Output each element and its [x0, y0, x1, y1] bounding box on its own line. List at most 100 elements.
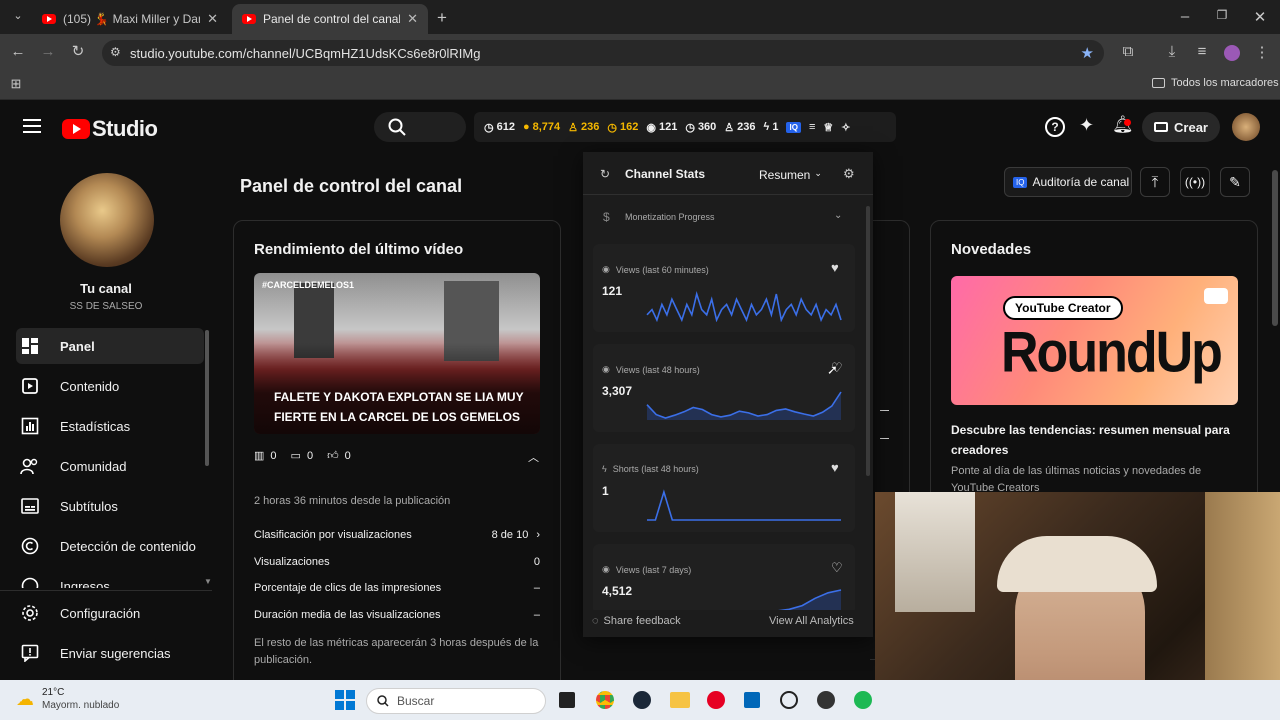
minimize-icon[interactable]: – — [1175, 8, 1195, 25]
roundup-banner[interactable]: YouTube Creator RoundUp — [951, 276, 1238, 405]
menu-kebab-icon[interactable]: ⋮ — [1252, 43, 1272, 61]
eye-icon: ◉ — [646, 121, 656, 134]
reload-icon[interactable]: ↻ — [68, 42, 88, 60]
sidebar-item-panel[interactable]: Panel — [16, 328, 204, 364]
sidebar-item-comunidad[interactable]: Comunidad — [16, 448, 204, 484]
heart-icon[interactable]: ♡ — [831, 560, 843, 576]
apps-grid-icon[interactable]: ⊞ — [6, 76, 26, 92]
youtube-favicon-icon — [42, 14, 56, 24]
downloads-icon[interactable]: ⤓ — [1162, 43, 1182, 60]
metric-value: 0 — [533, 556, 540, 568]
sidebar-scrollbar[interactable] — [205, 330, 209, 466]
weather-desc: Mayorm. nublado — [42, 700, 120, 711]
thumbnail-caption: FALETE Y DAKOTA EXPLOTAN SE LIA MUY FIER… — [274, 390, 524, 424]
video-quick-stats: ▥ 0 ▭ 0 👍︎ 0 — [254, 449, 351, 463]
close-window-icon[interactable]: ✕ — [1250, 8, 1270, 26]
magic-icon[interactable]: ✧ — [841, 121, 850, 134]
heart-icon[interactable]: ♥ — [831, 460, 839, 475]
page-scrollbar[interactable] — [1272, 170, 1278, 326]
metric-row[interactable]: Clasificación por visualizaciones 8 de 10… — [254, 529, 540, 541]
sidebar-item-ingresos[interactable]: Ingresos — [16, 576, 204, 588]
channel-audit-button[interactable]: IQ Auditoría de canal — [1004, 167, 1132, 197]
profile-avatar-icon[interactable] — [1224, 45, 1240, 61]
chevron-right-icon: › — [536, 529, 540, 541]
store-icon[interactable] — [744, 692, 760, 708]
search-button[interactable] — [374, 112, 466, 142]
tab-label: Panel de control del canal - You — [263, 12, 401, 26]
share-feedback-link[interactable]: ◌ Share feedback — [592, 615, 681, 627]
notification-dot — [1124, 119, 1131, 126]
eye-icon: ◉ — [602, 364, 610, 374]
collapse-chevron-icon[interactable]: ︿ — [528, 449, 539, 465]
back-icon[interactable]: ← — [8, 43, 28, 60]
new-tab-icon[interactable]: + — [432, 8, 452, 28]
sidebar-item-estadisticas[interactable]: Estadísticas — [16, 408, 204, 444]
sidebar-item-configuracion[interactable]: Configuración — [16, 595, 204, 631]
sparkle-icon[interactable]: ✦ — [1079, 115, 1094, 136]
channel-avatar[interactable] — [60, 173, 154, 267]
extensions-icon[interactable]: ⧉ — [1118, 43, 1138, 60]
bookmark-star-icon[interactable]: ★ — [1081, 44, 1094, 62]
chat-bubble-icon: ◌ — [592, 615, 599, 627]
hamburger-menu-icon[interactable] — [23, 119, 41, 133]
media-control-icon[interactable]: ≡ — [1192, 43, 1212, 60]
close-tab-icon[interactable]: ✕ — [407, 11, 418, 27]
panel-scrollbar[interactable] — [866, 206, 870, 476]
studio-logo[interactable]: Studio — [62, 116, 158, 142]
mode-select[interactable]: Resumen ⌄ — [759, 168, 822, 182]
list-icon[interactable]: ≡ — [809, 121, 815, 133]
search-placeholder: Buscar — [397, 694, 435, 708]
notifications-bell-icon[interactable]: 🔔︎ — [1112, 115, 1134, 135]
comment-icon: ▭ — [290, 450, 301, 462]
upload-icon[interactable]: ⤒ — [1140, 167, 1170, 197]
task-view-icon[interactable] — [559, 692, 575, 708]
taskbar-search[interactable]: Buscar — [366, 688, 546, 714]
chrome-icon[interactable] — [596, 691, 614, 709]
windows-start-icon[interactable] — [335, 690, 355, 710]
vidiq-icon[interactable]: IQ — [786, 121, 801, 133]
create-button[interactable]: Crear — [1142, 112, 1220, 142]
close-tab-icon[interactable]: ✕ — [207, 11, 218, 27]
sidebar-item-contenido[interactable]: Contenido — [16, 368, 204, 404]
address-bar[interactable]: ⚙ studio.youtube.com/channel/UCBqmHZ1Uds… — [102, 40, 1104, 66]
sidebar-divider — [0, 590, 212, 591]
scroll-down-arrow-icon[interactable]: ▼ — [204, 577, 212, 586]
dash-mark — [880, 438, 889, 439]
youtube-play-icon — [62, 119, 90, 139]
gear-icon — [20, 603, 40, 623]
app-icon[interactable] — [817, 691, 835, 709]
refresh-icon[interactable]: ↻ — [600, 167, 610, 181]
panel-settings-icon[interactable]: ⚙ — [843, 166, 855, 182]
heart-icon[interactable]: ♥ — [831, 260, 839, 275]
trophy-icon[interactable]: ♕ — [823, 121, 833, 134]
browser-tab-2[interactable]: Panel de control del canal - You ✕ — [232, 4, 428, 34]
edit-post-icon[interactable]: ✎ — [1220, 167, 1250, 197]
news-headline[interactable]: Descubre las tendencias: resumen mensual… — [951, 420, 1241, 460]
browser-tab-1[interactable]: (105) 💃 Maxi Miller y Daniela Ca ✕ — [32, 4, 228, 34]
shorts-icon: ϟ — [602, 464, 607, 474]
pinterest-icon[interactable] — [707, 691, 725, 709]
sidebar-item-enviar-sugerencias[interactable]: Enviar sugerencias — [16, 635, 204, 671]
chatgpt-icon[interactable] — [780, 691, 798, 709]
view-all-analytics-link[interactable]: View All Analytics — [769, 615, 854, 627]
all-bookmarks-button[interactable]: Todos los marcadores — [1152, 77, 1279, 89]
video-thumbnail[interactable]: #CARCELDEMELOS1 FALETE Y DAKOTA EXPLOTAN… — [254, 273, 540, 434]
file-explorer-icon[interactable] — [670, 692, 690, 708]
sidebar-item-subtitulos[interactable]: Subtítulos — [16, 488, 204, 524]
shorts-icon: ϟ — [763, 121, 770, 133]
extension-stats-bar[interactable]: ◷ 612 ● 8,774 ♙ 236 ◷ 162 ◉ 121 ◷ 360 ♙ 236 ϟ1 … — [474, 112, 896, 142]
help-icon[interactable]: ? — [1045, 117, 1065, 137]
sidebar-item-deteccion[interactable]: Detección de contenido — [16, 528, 204, 564]
forward-icon[interactable]: → — [38, 43, 58, 60]
spotify-icon[interactable] — [854, 691, 872, 709]
weather-icon[interactable]: ☁ — [16, 689, 34, 710]
bar-chart-icon: ▥ — [254, 450, 265, 462]
go-live-icon[interactable]: ((•)) — [1180, 167, 1210, 197]
steam-icon[interactable] — [633, 691, 651, 709]
expand-chevron-icon[interactable]: ⌄ — [834, 210, 842, 221]
account-avatar[interactable] — [1232, 113, 1260, 141]
maximize-icon[interactable]: ❐ — [1212, 8, 1232, 22]
tab-search-chevron-icon[interactable]: ⌄ — [8, 9, 28, 22]
stat-card-label: ◉ Views (last 48 hours) — [602, 364, 700, 375]
site-info-icon[interactable]: ⚙ — [110, 45, 121, 59]
